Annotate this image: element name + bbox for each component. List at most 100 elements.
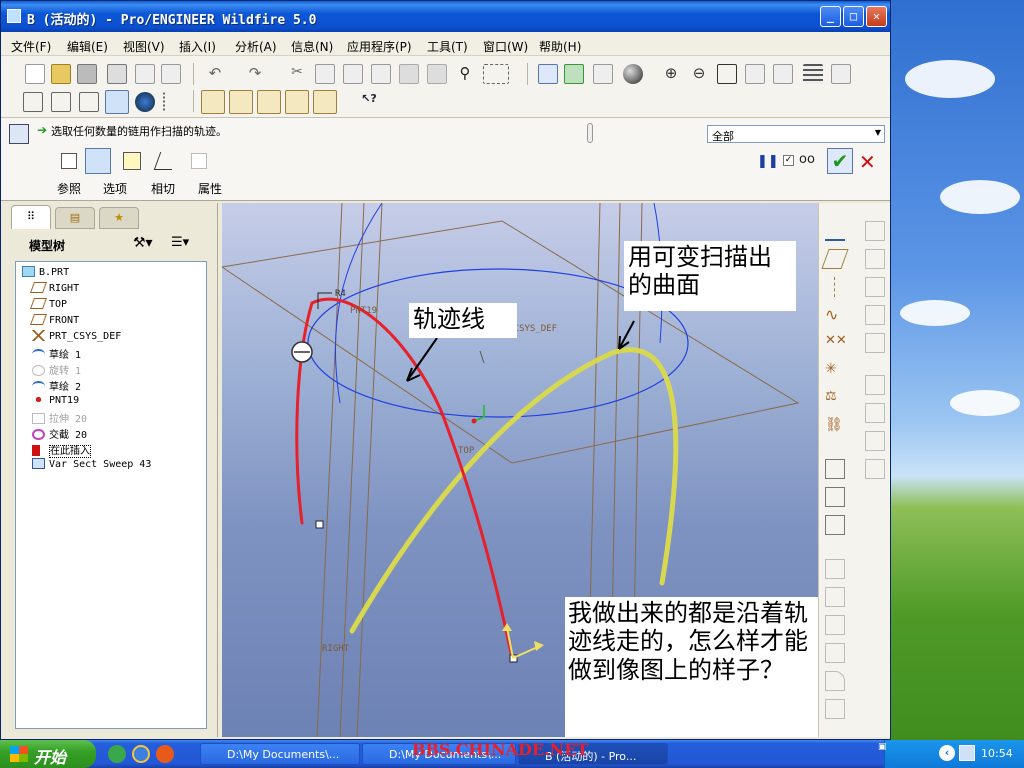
cancel-icon[interactable]: ✕ <box>859 150 876 174</box>
shading-icon[interactable] <box>623 64 643 84</box>
revolve-tool-icon[interactable] <box>825 487 845 507</box>
curve-tool-icon[interactable]: ∿ <box>825 305 845 325</box>
menu-edit[interactable]: 编辑(E) <box>67 38 108 55</box>
options-icon[interactable] <box>85 148 111 174</box>
tab-tangency[interactable]: 相切 <box>151 180 175 197</box>
tree-item[interactable]: 草绘 2 <box>32 378 81 393</box>
open-icon[interactable] <box>51 64 71 84</box>
extrude-tool-icon[interactable] <box>825 459 845 479</box>
settings-icon[interactable]: ⚒▾ <box>133 235 153 251</box>
select-box-icon[interactable] <box>483 64 509 84</box>
tree-item[interactable]: PNT19 <box>32 394 79 406</box>
new-icon[interactable] <box>25 64 45 84</box>
volume-icon[interactable]: ▣ <box>878 742 887 752</box>
tree-item[interactable]: 草绘 1 <box>32 346 81 361</box>
confirm-icon[interactable]: ✔ <box>827 148 853 174</box>
zoom-out-icon[interactable]: ⊖ <box>689 64 709 84</box>
sketch-tool-icon[interactable] <box>825 221 845 241</box>
menu-window[interactable]: 窗口(W) <box>483 38 528 55</box>
preview-checkbox[interactable]: ✓ <box>783 155 794 166</box>
task-documents-1[interactable]: D:\My Documents\... <box>200 743 360 765</box>
tree-item[interactable]: FRONT <box>29 314 79 326</box>
tree-item[interactable]: RIGHT <box>29 282 79 294</box>
regenerate-icon[interactable] <box>399 64 419 84</box>
menu-insert[interactable]: 插入(I) <box>179 38 216 55</box>
save-icon[interactable] <box>77 64 97 84</box>
chain-tool-icon[interactable]: ⛓ <box>825 417 845 437</box>
tree-item[interactable]: 旋转 1 <box>32 362 81 377</box>
tab-folder-browser[interactable]: ▤ <box>55 207 95 229</box>
csys-display-icon[interactable] <box>285 90 309 114</box>
model-tree-toggle-icon[interactable] <box>163 92 183 112</box>
tab-model-tree[interactable]: ⠿ <box>11 205 51 229</box>
datum-point-display-icon[interactable] <box>257 90 281 114</box>
properties-2-icon[interactable] <box>191 153 207 169</box>
plane-tool-icon[interactable] <box>821 249 849 269</box>
title-bar[interactable]: B (活动的) - Pro/ENGINEER Wildfire 5.0 _ □ … <box>1 1 890 32</box>
paste-special-icon[interactable] <box>371 64 391 84</box>
layers-icon[interactable] <box>803 64 823 84</box>
spin-center-icon[interactable] <box>564 64 584 84</box>
analysis-tool-icon[interactable]: ⚖ <box>825 389 845 409</box>
tab-options[interactable]: 选项 <box>103 180 127 197</box>
start-button[interactable]: 开始 <box>0 740 96 768</box>
orient-icon[interactable] <box>593 64 613 84</box>
pause-icon[interactable]: ❚❚ <box>757 154 779 169</box>
zoom-in-icon[interactable]: ⊕ <box>661 64 681 84</box>
find-icon[interactable]: ⚲ <box>455 64 475 84</box>
tab-references[interactable]: 参照 <box>57 180 81 197</box>
clock[interactable]: 10:54 <box>981 747 1013 760</box>
tray-expand-icon[interactable]: ‹ <box>939 745 955 761</box>
start-point-marker[interactable] <box>315 520 324 529</box>
annotation-display-icon[interactable] <box>313 90 337 114</box>
reorient-icon[interactable] <box>745 64 765 84</box>
tab-properties[interactable]: 属性 <box>198 180 222 197</box>
sweep-tool-icon[interactable] <box>825 515 845 535</box>
refit-icon[interactable] <box>717 64 737 84</box>
box-view-1-icon[interactable] <box>23 92 43 112</box>
tab-favorites[interactable]: ★ <box>99 207 139 229</box>
box-view-2-icon[interactable] <box>51 92 71 112</box>
references-icon[interactable] <box>61 153 77 169</box>
maximize-button[interactable]: □ <box>843 6 864 27</box>
repaint-icon[interactable] <box>538 64 558 84</box>
menu-help[interactable]: 帮助(H) <box>539 38 581 55</box>
tree-item[interactable]: Var Sect Sweep 43 <box>32 458 151 470</box>
tree-item[interactable]: 交截 20 <box>32 426 87 441</box>
datum-axis-display-icon[interactable] <box>229 90 253 114</box>
mail-icon[interactable] <box>135 64 155 84</box>
menu-tools[interactable]: 工具(T) <box>427 38 468 55</box>
show-icon[interactable]: ☰▾ <box>171 235 189 250</box>
menu-applications[interactable]: 应用程序(P) <box>347 38 412 55</box>
box-view-3-icon[interactable] <box>79 92 99 112</box>
axis-tool-icon[interactable] <box>825 277 835 297</box>
network-icon[interactable] <box>959 745 975 761</box>
mail-attach-icon[interactable] <box>161 64 181 84</box>
quicklaunch-player-icon[interactable] <box>156 745 174 763</box>
undo-icon[interactable]: ↶ <box>205 64 225 84</box>
tree-item[interactable]: B.PRT <box>22 266 69 278</box>
quicklaunch-media-icon[interactable] <box>108 745 126 763</box>
regen-manager-icon[interactable] <box>427 64 447 84</box>
minimize-button[interactable]: _ <box>820 6 841 27</box>
glasses-icon[interactable]: oo <box>799 152 815 167</box>
print-icon[interactable] <box>107 64 127 84</box>
datum-plane-display-icon[interactable] <box>201 90 225 114</box>
paste-icon[interactable] <box>343 64 363 84</box>
close-button[interactable]: ✕ <box>866 6 887 27</box>
redo-icon[interactable]: ↷ <box>245 64 265 84</box>
menu-view[interactable]: 视图(V) <box>123 38 165 55</box>
tree-item[interactable]: 拉伸 20 <box>32 410 87 425</box>
filter-select[interactable]: 全部 ▼ <box>707 125 885 143</box>
view-manager-icon[interactable] <box>831 64 851 84</box>
menu-analysis[interactable]: 分析(A) <box>235 38 277 55</box>
saved-views-icon[interactable] <box>773 64 793 84</box>
tree-item[interactable]: TOP <box>29 298 67 310</box>
quicklaunch-ie-icon[interactable] <box>132 745 150 763</box>
menu-file[interactable]: 文件(F) <box>11 38 51 55</box>
properties-icon[interactable] <box>153 152 179 170</box>
graphics-viewport[interactable]: R4 PNT19 PRT_CSYS_DEF TOP RIGHT 轨迹线 用可变扫… <box>222 203 818 737</box>
cut-icon[interactable]: ✂ <box>287 64 307 84</box>
csys-tool-icon[interactable]: ✳ <box>825 361 845 381</box>
context-help-icon[interactable]: ↖? <box>359 92 379 112</box>
